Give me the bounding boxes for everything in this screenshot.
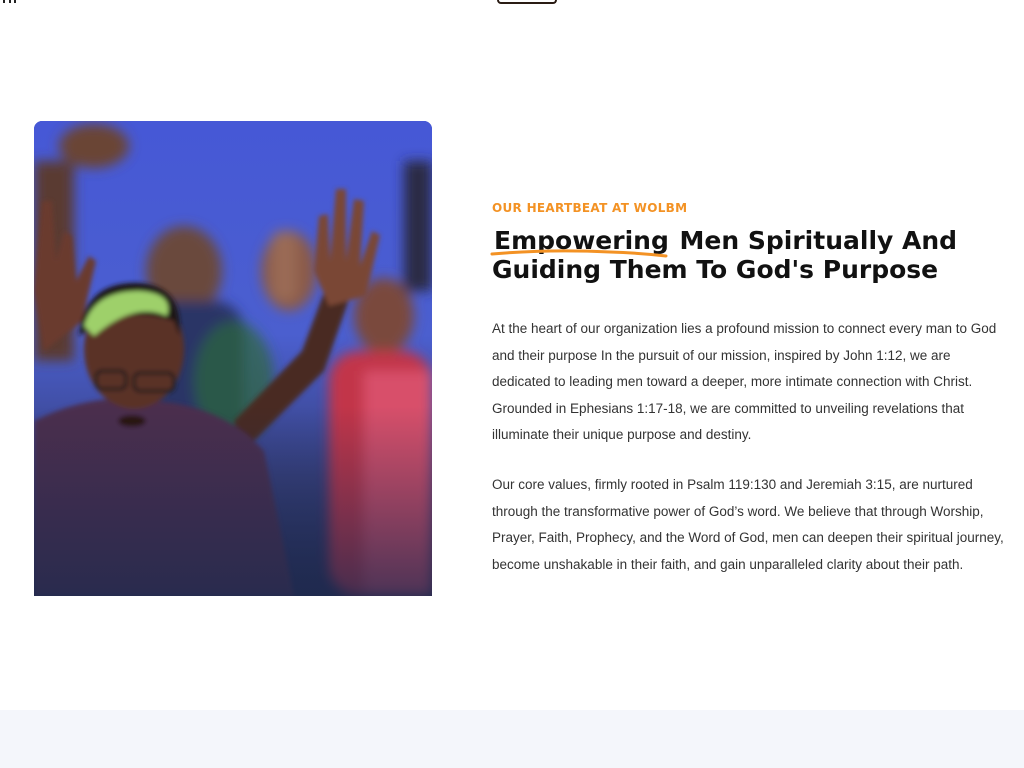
header-fragment — [0, 0, 18, 4]
heading-highlight: Empowering — [490, 226, 671, 258]
about-section-page: OUR HEARTBEAT AT WOLBM Empowering Men Sp… — [0, 0, 1024, 768]
section-eyebrow: OUR HEARTBEAT AT WOLBM — [492, 201, 688, 215]
values-paragraph: Our core values, firmly rooted in Psalm … — [492, 477, 1004, 572]
site-logo[interactable] — [497, 0, 557, 4]
worship-photo — [34, 121, 432, 596]
section-heading: Empowering Men Spiritually And Guiding T… — [490, 226, 1012, 284]
next-section-band — [0, 710, 1024, 768]
underline-swoosh-icon — [490, 249, 668, 258]
mission-paragraph: At the heart of our organization lies a … — [492, 321, 997, 443]
